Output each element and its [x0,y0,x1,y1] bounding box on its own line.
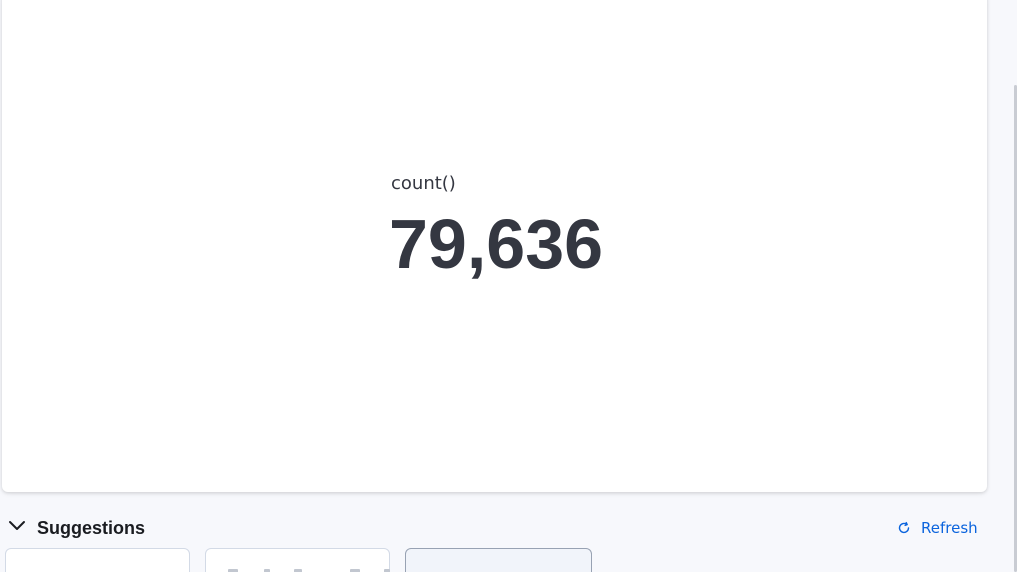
refresh-button[interactable]: Refresh [896,517,978,539]
refresh-icon [896,520,912,536]
suggestion-card[interactable] [205,548,390,572]
lens-workspace: count() 79,636 Suggestions Refresh [0,0,1017,572]
refresh-label: Refresh [921,519,978,537]
suggestions-header: Suggestions Refresh [0,512,1000,544]
metric-value: 79,636 [389,205,604,283]
suggestion-card-preview [224,567,390,572]
metric-visualization-panel: count() 79,636 [2,0,987,492]
chevron-down-icon [8,519,26,537]
metric-label: count() [391,173,456,194]
suggestions-title: Suggestions [37,518,146,538]
suggestion-card-selected[interactable] [405,548,592,572]
metric-block: count() 79,636 [389,172,603,284]
suggestions-toggle-button[interactable] [6,518,28,538]
suggestion-card[interactable] [5,548,190,572]
